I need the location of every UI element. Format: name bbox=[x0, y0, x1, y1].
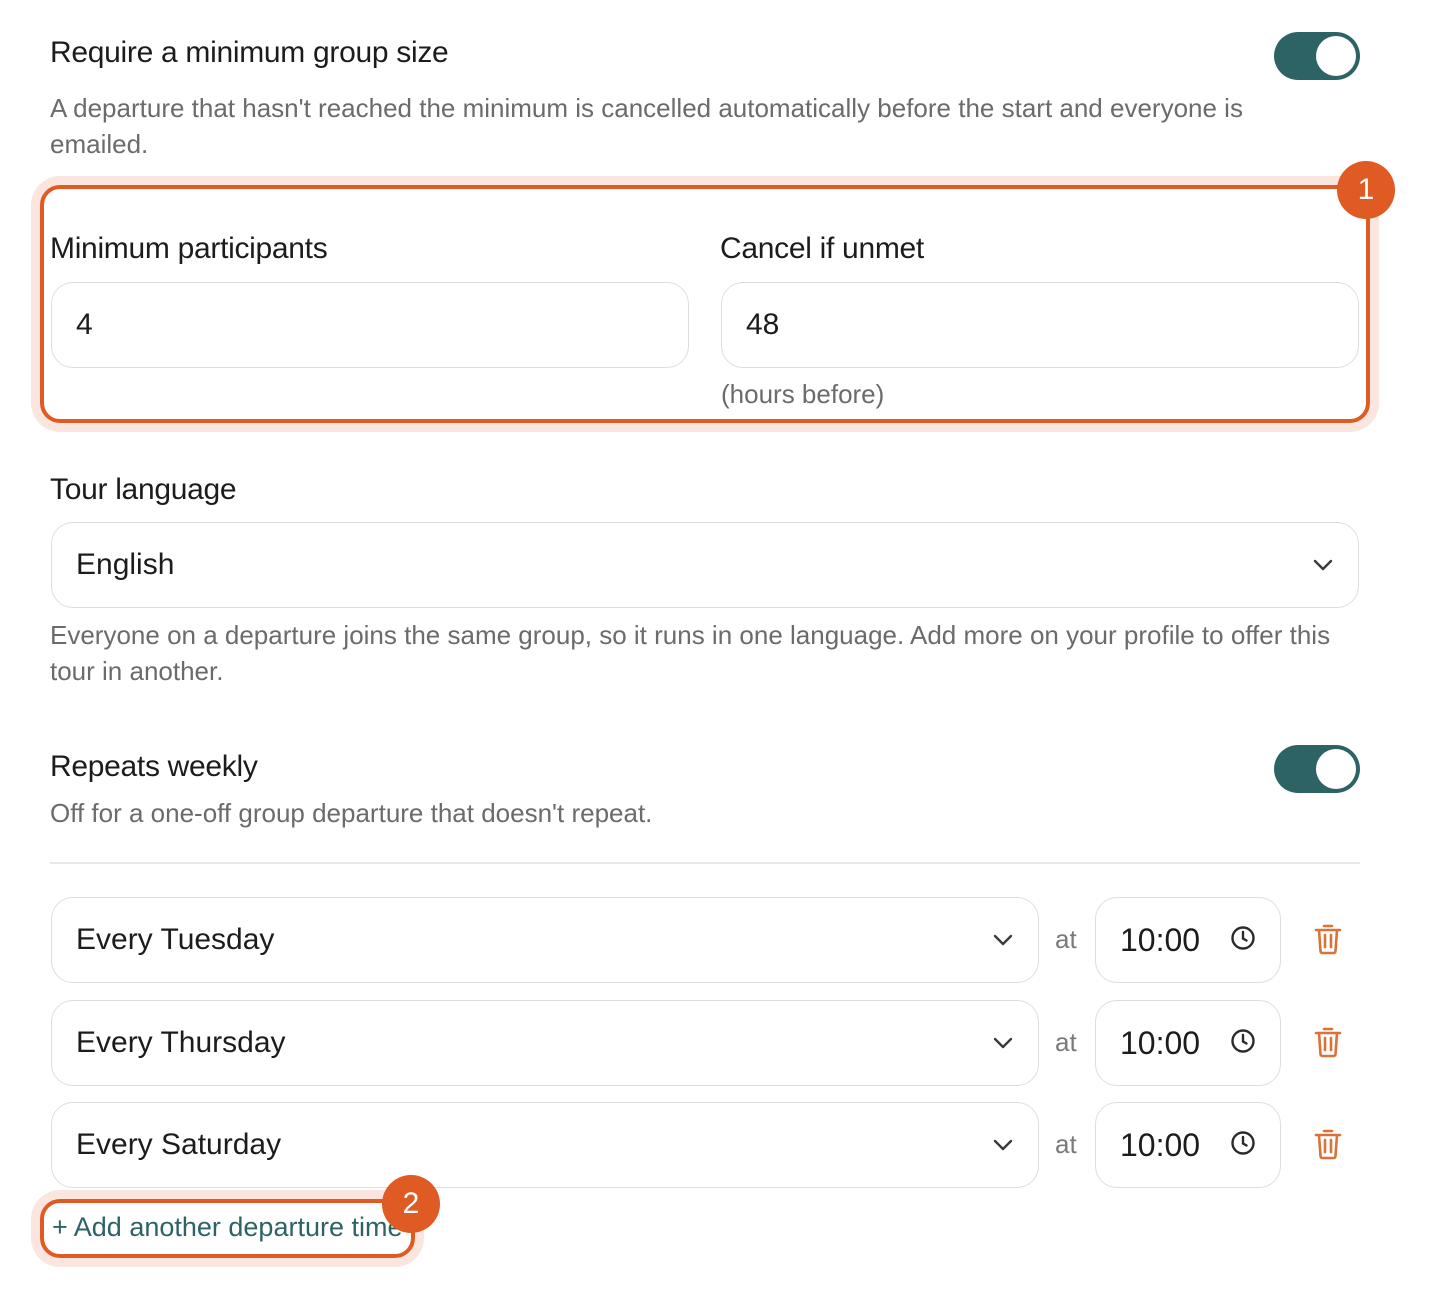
departure-day-value: Every Saturday bbox=[76, 1128, 282, 1161]
group-size-title: Require a minimum group size bbox=[50, 36, 449, 69]
departure-day-value: Every Tuesday bbox=[76, 923, 275, 956]
chevron-down-icon bbox=[992, 1032, 1014, 1054]
tour-language-value: English bbox=[76, 548, 175, 581]
callout-highlight-2 bbox=[40, 1199, 415, 1258]
chevron-down-icon bbox=[1312, 554, 1334, 576]
chevron-down-icon bbox=[992, 1134, 1014, 1156]
repeats-weekly-title: Repeats weekly bbox=[50, 750, 258, 783]
cancel-hours-input[interactable] bbox=[746, 308, 1334, 342]
departure-time-value: 10:00 bbox=[1120, 1024, 1201, 1061]
repeats-weekly-toggle[interactable] bbox=[1274, 745, 1360, 793]
at-label: at bbox=[1055, 1027, 1077, 1057]
at-label: at bbox=[1055, 924, 1077, 954]
chevron-down-icon bbox=[992, 929, 1014, 951]
clock-icon bbox=[1230, 1025, 1256, 1062]
at-label: at bbox=[1055, 1129, 1077, 1159]
departure-day-value: Every Thursday bbox=[76, 1026, 286, 1059]
tour-language-description: Everyone on a departure joins the same g… bbox=[50, 620, 1331, 686]
tour-language-select[interactable]: English bbox=[51, 522, 1359, 608]
departure-time-value: 10:00 bbox=[1120, 1126, 1201, 1163]
departure-time-field[interactable]: 10:00 bbox=[1095, 1102, 1281, 1188]
repeats-weekly-description: Off for a one-off group departure that d… bbox=[50, 798, 653, 828]
min-participants-input[interactable] bbox=[76, 308, 664, 342]
departure-day-select[interactable]: Every Tuesday bbox=[51, 897, 1039, 983]
trash-icon[interactable] bbox=[1310, 1126, 1346, 1162]
toggle-knob bbox=[1316, 749, 1356, 789]
min-participants-field[interactable] bbox=[51, 282, 689, 368]
trash-icon[interactable] bbox=[1310, 1024, 1346, 1060]
callout-badge-2: 2 bbox=[382, 1175, 440, 1233]
cancel-hours-hint: (hours before) bbox=[721, 379, 885, 409]
cancel-if-unmet-field[interactable] bbox=[721, 282, 1359, 368]
cancel-if-unmet-label: Cancel if unmet bbox=[720, 232, 924, 265]
tour-language-label: Tour language bbox=[50, 473, 237, 506]
departure-time-field[interactable]: 10:00 bbox=[1095, 1000, 1281, 1086]
group-size-description: A departure that hasn't reached the mini… bbox=[50, 93, 1243, 159]
departure-day-select[interactable]: Every Thursday bbox=[51, 1000, 1039, 1086]
section-divider bbox=[50, 862, 1360, 864]
group-size-toggle[interactable] bbox=[1274, 32, 1360, 80]
toggle-knob bbox=[1316, 36, 1356, 76]
departure-day-select[interactable]: Every Saturday bbox=[51, 1102, 1039, 1188]
min-participants-label: Minimum participants bbox=[50, 232, 328, 265]
trash-icon[interactable] bbox=[1310, 921, 1346, 957]
clock-icon bbox=[1230, 922, 1256, 959]
departure-time-value: 10:00 bbox=[1120, 921, 1201, 958]
clock-icon bbox=[1230, 1127, 1256, 1164]
callout-badge-1: 1 bbox=[1337, 161, 1395, 219]
departure-time-field[interactable]: 10:00 bbox=[1095, 897, 1281, 983]
